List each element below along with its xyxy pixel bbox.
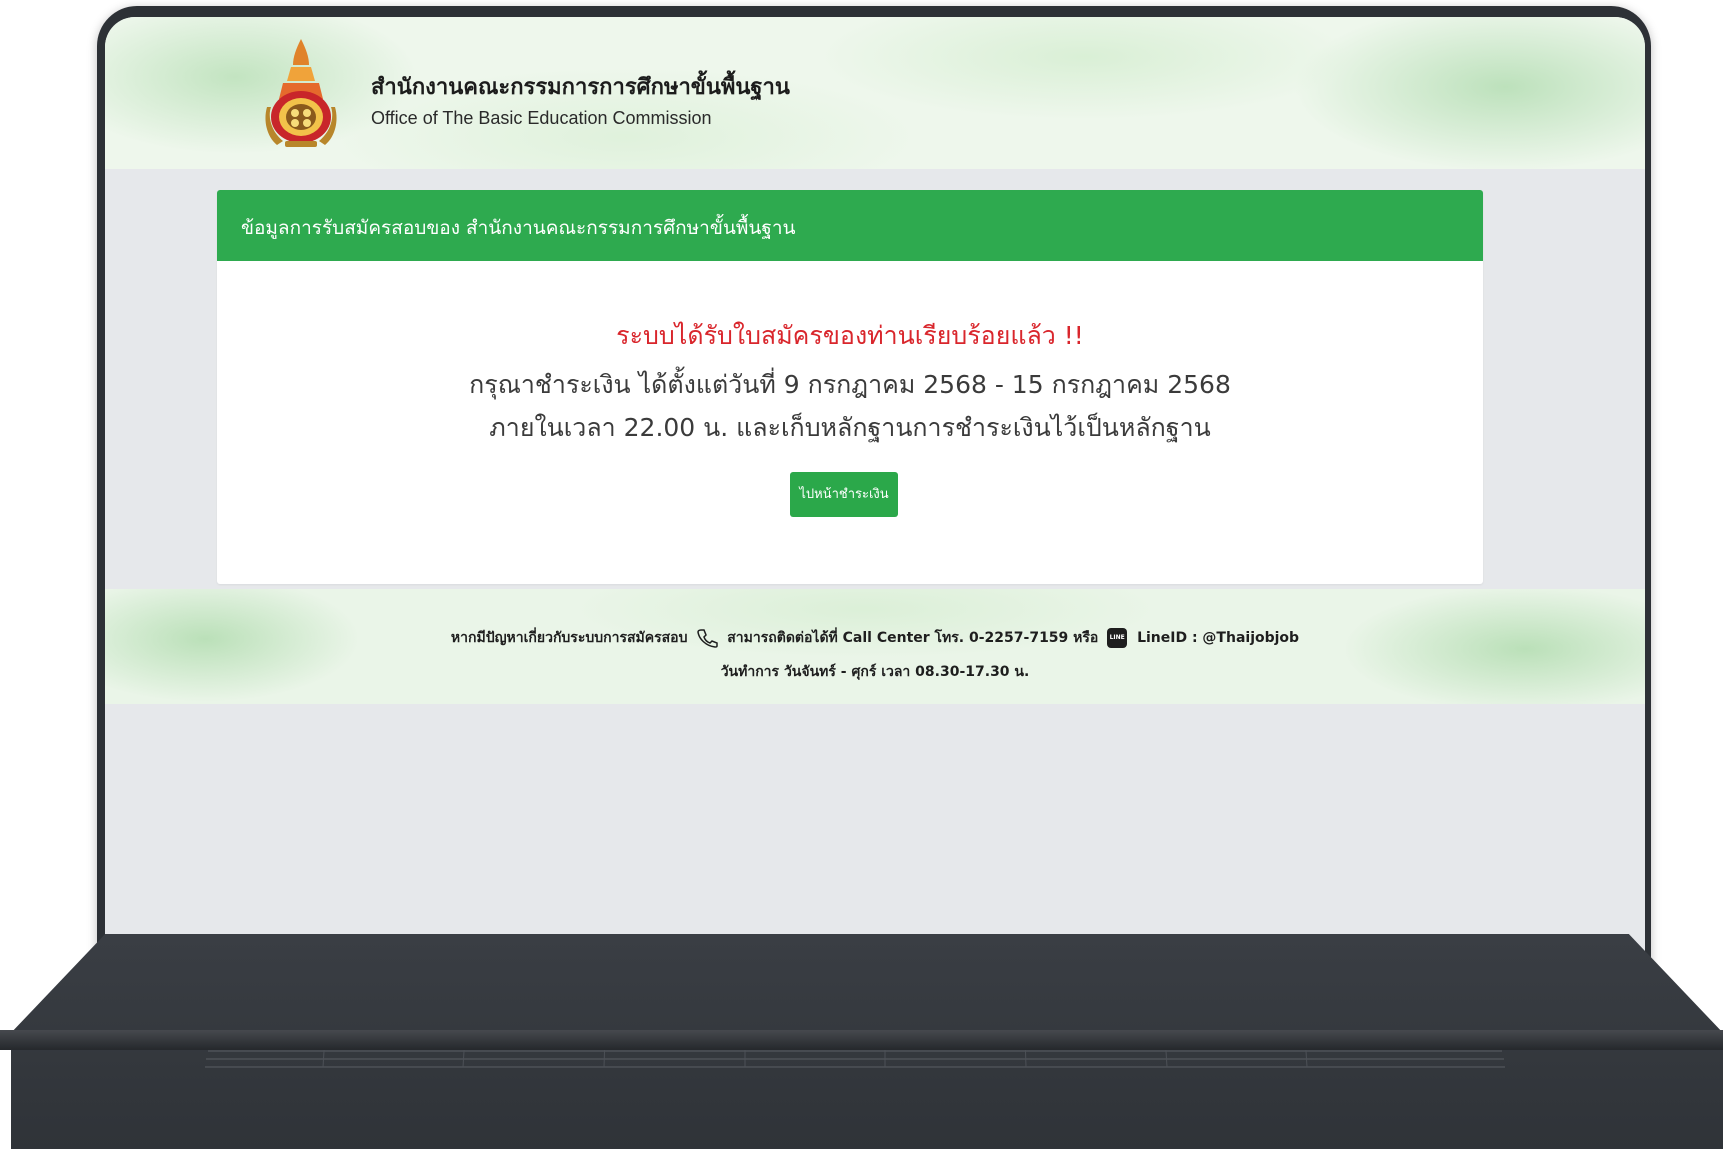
laptop-screen: สำนักงานคณะกรรมการการศึกษาขั้นพื้นฐาน Of… — [105, 17, 1645, 1013]
laptop-base-edge — [0, 1030, 1723, 1050]
card-header: ข้อมูลการรับสมัครสอบของ สำนักงานคณะกรรมก… — [217, 190, 1483, 261]
footer-line-id[interactable]: LineID : @Thaijobjob — [1137, 630, 1299, 646]
footer-contact-text: สามารถติดต่อได้ที่ Call Center โทร. 0-22… — [727, 630, 1099, 646]
application-result-card: ข้อมูลการรับสมัครสอบของ สำนักงานคณะกรรมก… — [217, 190, 1483, 584]
line-app-icon: LINE — [1107, 628, 1128, 648]
laptop-mockup: สำนักงานคณะกรรมการการศึกษาขั้นพื้นฐาน Of… — [0, 0, 1723, 1149]
obec-emblem-logo — [265, 39, 337, 147]
footer-problem-text: หากมีปัญหาเกี่ยวกับระบบการสมัครสอบ — [450, 630, 688, 646]
payment-period-text: กรุณาชำระเงิน ได้ตั้งแต่วันที่ 9 กรกฎาคม… — [469, 370, 1231, 399]
phone-icon — [697, 629, 719, 648]
site-footer: หากมีปัญหาเกี่ยวกับระบบการสมัครสอบ สามาร… — [105, 589, 1645, 704]
org-name-english: Office of The Basic Education Commission — [371, 108, 712, 128]
org-name-thai: สำนักงานคณะกรรมการการศึกษาขั้นพื้นฐาน — [371, 75, 790, 100]
card-title: ข้อมูลการรับสมัครสอบของ สำนักงานคณะกรรมก… — [241, 217, 796, 239]
go-to-payment-button[interactable]: ไปหน้าชำระเงิน — [790, 472, 898, 517]
footer-office-hours: วันทำการ วันจันทร์ - ศุกร์ เวลา 08.30-17… — [720, 664, 1030, 680]
footer-contact-line: หากมีปัญหาเกี่ยวกับระบบการสมัครสอบ สามาร… — [105, 627, 1645, 649]
payment-deadline-text: ภายในเวลา 22.00 น. และเก็บหลักฐานการชำระ… — [489, 413, 1211, 442]
success-message: ระบบได้รับใบสมัครของท่านเรียบร้อยแล้ว !! — [616, 321, 1084, 350]
site-header: สำนักงานคณะกรรมการการศึกษาขั้นพื้นฐาน Of… — [105, 17, 1645, 169]
